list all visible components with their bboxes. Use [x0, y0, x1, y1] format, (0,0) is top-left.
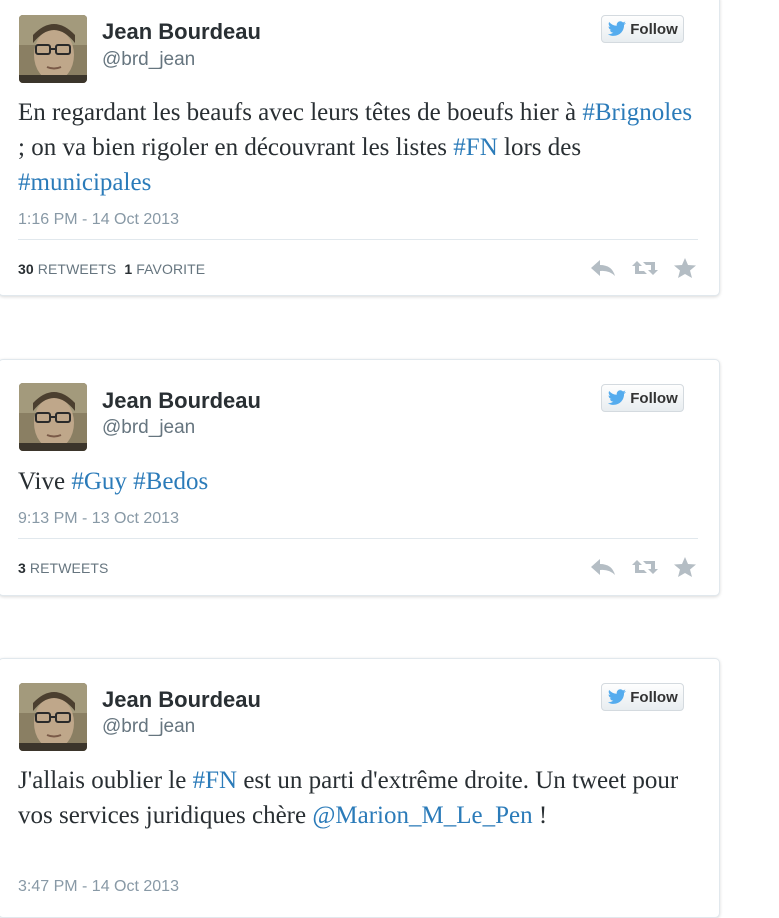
tweet-actions — [589, 554, 699, 580]
avatar[interactable] — [19, 383, 87, 451]
retweet-icon[interactable] — [631, 257, 659, 279]
author-handle[interactable]: @brd_jean — [102, 49, 195, 71]
star-icon[interactable] — [673, 257, 699, 279]
hashtag-link[interactable]: #Bedos — [133, 468, 208, 495]
hashtag-link[interactable]: #FN — [193, 767, 237, 794]
tweet-stats: 3 RETWEETS — [18, 560, 108, 576]
hashtag-link[interactable]: #FN — [453, 134, 497, 161]
twitter-bird-icon — [607, 689, 627, 705]
mention-link[interactable]: @Marion_M_Le_Pen — [312, 802, 532, 829]
tweet-text: J'allais oublier le #FN est un parti d'e… — [18, 763, 698, 833]
tweet-timestamp[interactable]: 3:47 PM - 14 Oct 2013 — [18, 878, 179, 896]
retweet-count[interactable]: 3 — [18, 560, 26, 576]
twitter-bird-icon — [607, 390, 627, 406]
twitter-bird-icon — [607, 21, 627, 37]
retweets-label[interactable]: RETWEETS — [30, 560, 109, 576]
text-segment: ! — [532, 802, 548, 829]
retweet-count[interactable]: 30 — [18, 261, 34, 277]
hashtag-link[interactable]: #Guy — [71, 468, 127, 495]
text-segment: J'allais oublier le — [18, 767, 193, 794]
tweet-actions — [589, 255, 699, 281]
follow-label: Follow — [630, 20, 678, 38]
text-segment: ; on va bien rigoler en découvrant les l… — [18, 134, 454, 161]
reply-icon[interactable] — [589, 257, 617, 279]
tweet-card: Jean Bourdeau @brd_jean Follow Vive #Guy… — [0, 359, 720, 596]
tweet-timestamp[interactable]: 9:13 PM - 13 Oct 2013 — [18, 510, 179, 528]
follow-label: Follow — [630, 688, 678, 706]
author-name[interactable]: Jean Bourdeau — [102, 388, 261, 414]
divider — [18, 538, 698, 539]
avatar[interactable] — [19, 15, 87, 83]
hashtag-link[interactable]: #Brignoles — [582, 99, 692, 126]
star-icon[interactable] — [673, 556, 699, 578]
hashtag-link[interactable]: #municipales — [18, 169, 151, 196]
tweet-text: En regardant les beaufs avec leurs têtes… — [18, 95, 698, 200]
tweet-stats: 30 RETWEETS 1 FAVORITE — [18, 261, 205, 277]
follow-button[interactable]: Follow — [601, 683, 684, 711]
favorites-label[interactable]: FAVORITE — [136, 261, 205, 277]
tweet-text: Vive #Guy #Bedos — [18, 464, 698, 499]
tweet-card: Jean Bourdeau @brd_jean Follow J'allais … — [0, 658, 720, 918]
text-segment: En regardant les beaufs avec leurs têtes… — [18, 99, 583, 126]
text-segment: Vive — [18, 468, 72, 495]
favorite-count[interactable]: 1 — [124, 261, 132, 277]
follow-label: Follow — [630, 389, 678, 407]
reply-icon[interactable] — [589, 556, 617, 578]
author-name[interactable]: Jean Bourdeau — [102, 687, 261, 713]
author-handle[interactable]: @brd_jean — [102, 417, 195, 439]
tweet-card: Jean Bourdeau @brd_jean Follow En regard… — [0, 0, 720, 296]
avatar[interactable] — [19, 683, 87, 751]
divider — [18, 239, 698, 240]
follow-button[interactable]: Follow — [601, 384, 684, 412]
text-segment: lors des — [497, 134, 582, 161]
follow-button[interactable]: Follow — [601, 15, 684, 43]
tweet-timestamp[interactable]: 1:16 PM - 14 Oct 2013 — [18, 211, 179, 229]
author-handle[interactable]: @brd_jean — [102, 716, 195, 738]
retweet-icon[interactable] — [631, 556, 659, 578]
retweets-label[interactable]: RETWEETS — [38, 261, 117, 277]
author-name[interactable]: Jean Bourdeau — [102, 19, 261, 45]
